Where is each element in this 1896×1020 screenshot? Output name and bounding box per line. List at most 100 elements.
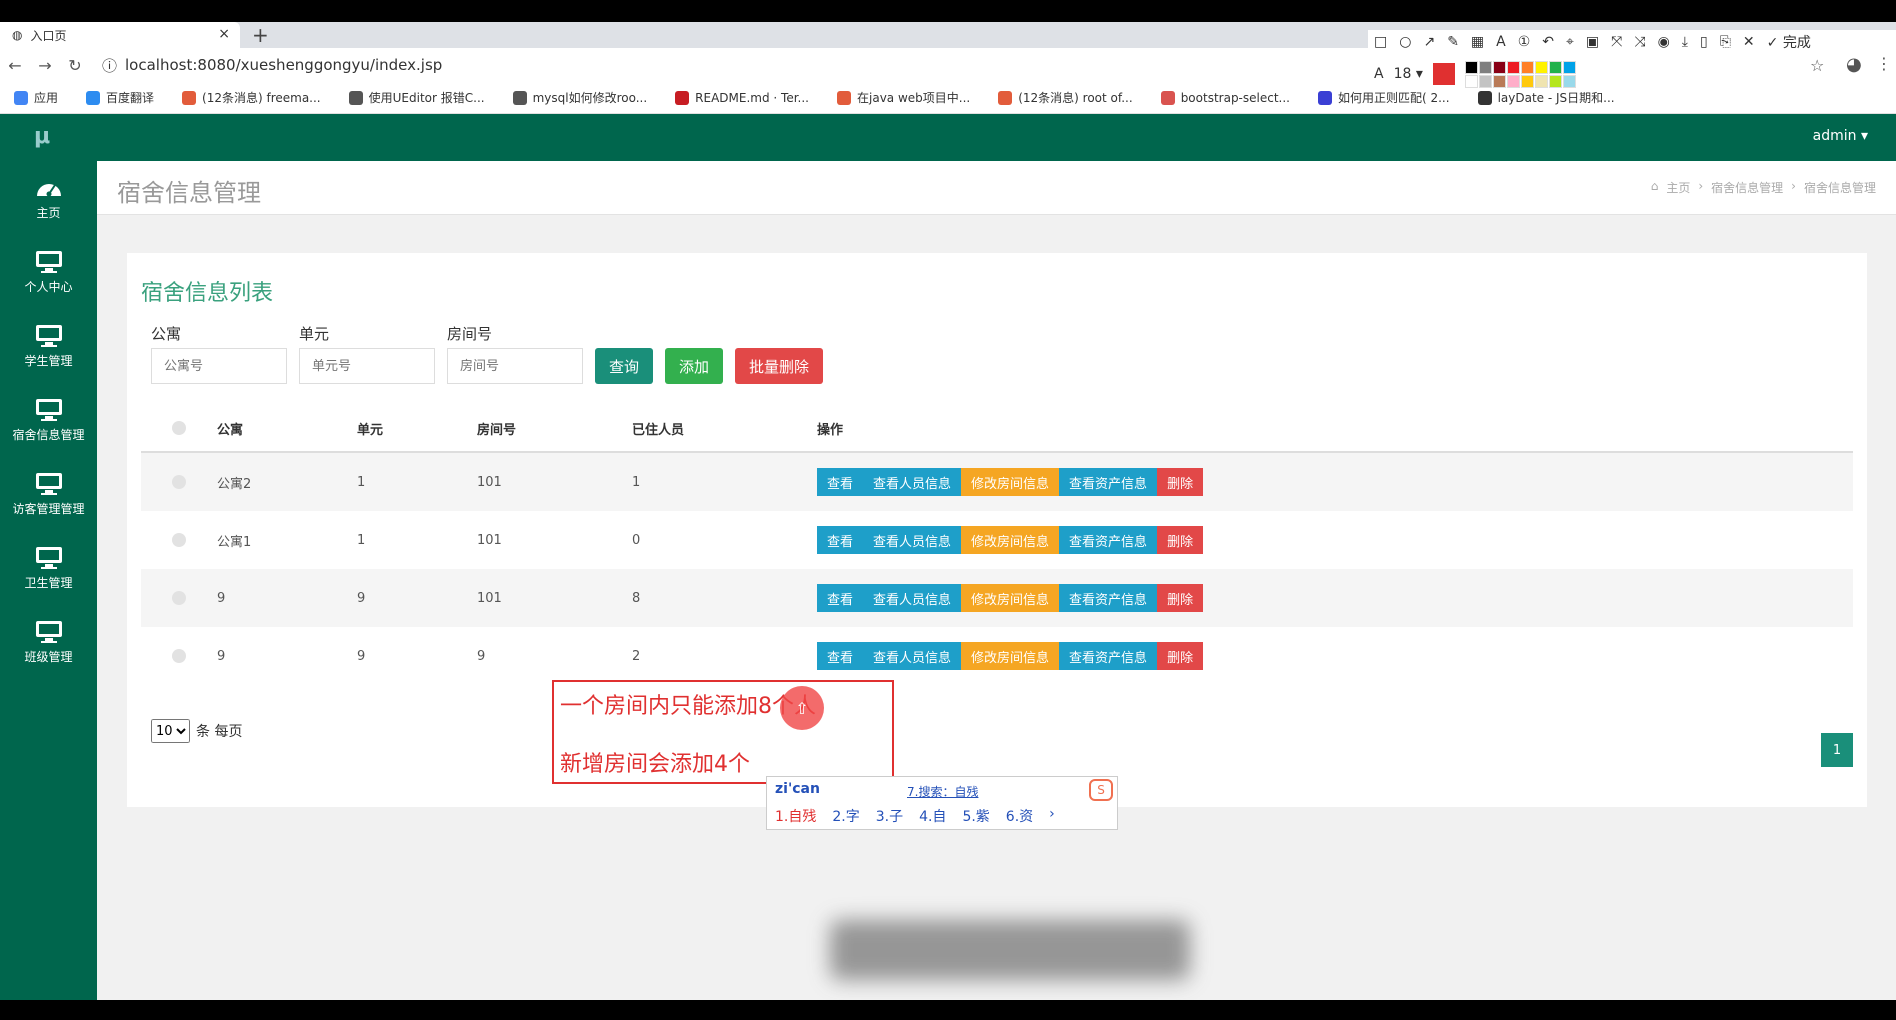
number-tool-icon[interactable]: ①: [1518, 34, 1531, 50]
batch-delete-button[interactable]: 批量删除: [735, 348, 824, 384]
ime-candidate[interactable]: 4.自: [919, 806, 946, 826]
page-1-button[interactable]: 1: [1821, 733, 1853, 767]
ime-candidate[interactable]: 2.字: [832, 806, 859, 826]
new-tab-button[interactable]: +: [252, 22, 269, 48]
unit-input[interactable]: [299, 348, 435, 384]
translate-icon[interactable]: ⤧: [1611, 34, 1622, 50]
color-swatch[interactable]: [1478, 60, 1492, 74]
sidebar-item[interactable]: 访客管理管理: [0, 457, 97, 531]
profile-icon[interactable]: ◕: [1846, 54, 1862, 75]
view-people-button[interactable]: 查看人员信息: [863, 642, 962, 670]
copy-icon[interactable]: ▯: [1700, 34, 1708, 50]
add-button[interactable]: 添加: [665, 348, 724, 384]
active-color-swatch[interactable]: [1432, 63, 1455, 85]
browser-tab[interactable]: ◍ 入口页 ×: [0, 22, 240, 48]
bookmark-item[interactable]: bootstrap-select...: [1147, 90, 1304, 105]
sidebar-item[interactable]: 学生管理: [0, 309, 97, 383]
edit-room-button[interactable]: 修改房间信息: [961, 642, 1060, 670]
sidebar-item[interactable]: 主页: [0, 161, 97, 235]
delete-button[interactable]: 删除: [1157, 584, 1204, 612]
view-assets-button[interactable]: 查看资产信息: [1059, 642, 1158, 670]
edit-room-button[interactable]: 修改房间信息: [961, 526, 1060, 554]
done-button[interactable]: ✓ 完成: [1767, 32, 1811, 52]
color-swatch[interactable]: [1520, 74, 1534, 88]
color-swatch[interactable]: [1506, 60, 1520, 74]
bookmark-item[interactable]: 百度翻译: [72, 89, 168, 106]
view-button[interactable]: 查看: [817, 642, 864, 670]
apartment-input[interactable]: [151, 348, 287, 384]
mosaic-tool-icon[interactable]: ▦: [1471, 34, 1484, 50]
color-swatch[interactable]: [1464, 60, 1478, 74]
color-swatch[interactable]: [1492, 74, 1506, 88]
ocr-icon[interactable]: ▣: [1586, 34, 1599, 50]
user-menu[interactable]: admin ▾: [1813, 128, 1868, 144]
query-button[interactable]: 查询: [595, 348, 654, 384]
view-assets-button[interactable]: 查看资产信息: [1059, 526, 1158, 554]
bookmark-icon[interactable]: ⎘: [1720, 34, 1731, 50]
delete-button[interactable]: 删除: [1157, 526, 1204, 554]
circle-tool-icon[interactable]: ○: [1399, 34, 1411, 50]
pin-icon[interactable]: ⌖: [1566, 34, 1574, 50]
color-swatch[interactable]: [1548, 60, 1562, 74]
bookmark-item[interactable]: 如何用正则匹配( 2...: [1304, 89, 1464, 106]
view-assets-button[interactable]: 查看资产信息: [1059, 584, 1158, 612]
bookmark-item[interactable]: layDate - JS日期和...: [1464, 89, 1629, 106]
sidebar-item[interactable]: 个人中心: [0, 235, 97, 309]
view-assets-button[interactable]: 查看资产信息: [1059, 468, 1158, 496]
color-swatch[interactable]: [1562, 60, 1576, 74]
view-people-button[interactable]: 查看人员信息: [863, 468, 962, 496]
bookmark-item[interactable]: 应用: [0, 89, 72, 106]
ime-candidate[interactable]: 5.紫: [962, 806, 989, 826]
bookmark-item[interactable]: mysql如何修改roo...: [499, 89, 662, 106]
color-swatch[interactable]: [1548, 74, 1562, 88]
per-page-select[interactable]: 10: [151, 719, 190, 743]
ime-candidate[interactable]: 1.自残: [775, 806, 816, 826]
sidebar-item[interactable]: 卫生管理: [0, 531, 97, 605]
breadcrumb-item[interactable]: 宿舍信息管理: [1711, 179, 1783, 196]
delete-button[interactable]: 删除: [1157, 468, 1204, 496]
color-swatch[interactable]: [1562, 74, 1576, 88]
close-icon[interactable]: ✕: [1743, 34, 1755, 50]
font-size-select[interactable]: 18 ▾: [1394, 66, 1423, 82]
row-checkbox[interactable]: [172, 475, 186, 489]
undo-icon[interactable]: ↶: [1542, 34, 1554, 50]
reload-icon[interactable]: ↻: [60, 56, 90, 75]
ime-candidate[interactable]: 6.资: [1006, 806, 1033, 826]
bookmark-item[interactable]: (12条消息) root of...: [984, 89, 1146, 106]
room-input[interactable]: [447, 348, 583, 384]
color-swatch[interactable]: [1492, 60, 1506, 74]
ime-candidate[interactable]: 3.子: [876, 806, 903, 826]
sidebar-item[interactable]: 班级管理: [0, 605, 97, 679]
view-button[interactable]: 查看: [817, 468, 864, 496]
star-icon[interactable]: ☆: [1810, 56, 1824, 75]
bookmark-item[interactable]: (12条消息) freema...: [168, 89, 335, 106]
view-people-button[interactable]: 查看人员信息: [863, 526, 962, 554]
url-field[interactable]: ⓘ localhost:8080/xueshenggongyu/index.js…: [102, 55, 442, 76]
sidebar-item[interactable]: 宿舍信息管理: [0, 383, 97, 457]
rectangle-tool-icon[interactable]: □: [1374, 34, 1387, 50]
view-button[interactable]: 查看: [817, 584, 864, 612]
row-checkbox[interactable]: [172, 591, 186, 605]
select-all-checkbox[interactable]: [172, 421, 186, 435]
record-icon[interactable]: ◉: [1658, 34, 1670, 50]
app-logo[interactable]: μ: [34, 124, 50, 149]
bookmark-item[interactable]: 在java web项目中...: [823, 89, 984, 106]
back-icon[interactable]: ←: [0, 56, 30, 75]
color-swatch[interactable]: [1464, 74, 1478, 88]
menu-icon[interactable]: ⋮: [1876, 54, 1892, 73]
ime-search-link[interactable]: 7.搜索：自残: [907, 783, 978, 800]
edit-room-button[interactable]: 修改房间信息: [961, 584, 1060, 612]
delete-button[interactable]: 删除: [1157, 642, 1204, 670]
breadcrumb-item[interactable]: 主页: [1666, 179, 1690, 196]
color-swatch[interactable]: [1520, 60, 1534, 74]
view-button[interactable]: 查看: [817, 526, 864, 554]
row-checkbox[interactable]: [172, 533, 186, 547]
ime-next-page-icon[interactable]: ›: [1049, 806, 1055, 826]
view-people-button[interactable]: 查看人员信息: [863, 584, 962, 612]
pen-tool-icon[interactable]: ✎: [1447, 34, 1459, 50]
color-swatch[interactable]: [1506, 74, 1520, 88]
color-swatch[interactable]: [1534, 60, 1548, 74]
bookmark-item[interactable]: README.md · Ter...: [661, 90, 823, 105]
row-checkbox[interactable]: [172, 649, 186, 663]
text-tool-icon[interactable]: A: [1496, 34, 1506, 50]
